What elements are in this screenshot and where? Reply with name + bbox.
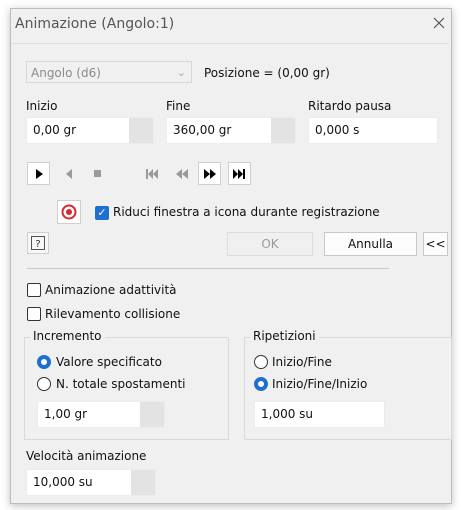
- start-label: Inizio: [26, 99, 58, 113]
- repetitions-title: Ripetizioni: [250, 329, 319, 343]
- start-end-label: Inizio/Fine: [272, 355, 332, 369]
- repetitions-value: 1,000 su: [261, 407, 314, 421]
- pause-label: Ritardo pausa: [308, 99, 392, 113]
- step-forward-icon[interactable]: [198, 162, 221, 185]
- go-to-end-icon[interactable]: [228, 162, 251, 185]
- driven-dimension-value: Angolo (d6): [31, 66, 101, 80]
- record-icon[interactable]: [57, 200, 81, 224]
- start-spinner[interactable]: [129, 118, 153, 143]
- title-divider: [11, 43, 449, 44]
- total-moves-radio[interactable]: [37, 377, 51, 391]
- speed-field[interactable]: 10,000 su: [26, 469, 156, 496]
- adaptivity-checkbox[interactable]: [27, 283, 41, 297]
- end-label: Fine: [166, 99, 191, 113]
- play-reverse-icon[interactable]: [57, 162, 80, 185]
- increment-value: 1,00 gr: [44, 407, 88, 421]
- start-end-start-label: Inizio/Fine/Inizio: [272, 377, 368, 391]
- driven-dimension-select[interactable]: Angolo (d6) ⌄: [26, 61, 192, 83]
- adaptivity-label: Animazione adattività: [45, 283, 177, 297]
- end-spinner[interactable]: [271, 118, 295, 143]
- step-back-icon[interactable]: [170, 162, 193, 185]
- end-value: 360,00 gr: [173, 123, 232, 137]
- start-value: 0,00 gr: [33, 123, 77, 137]
- collapse-button[interactable]: <<: [423, 232, 448, 256]
- cancel-button[interactable]: Annulla: [324, 232, 417, 256]
- increment-spinner[interactable]: [140, 402, 164, 427]
- close-icon[interactable]: [430, 14, 448, 32]
- chevron-down-icon: ⌄: [176, 66, 186, 79]
- repetitions-field[interactable]: 1,000 su: [254, 401, 385, 428]
- play-forward-icon[interactable]: [27, 162, 50, 185]
- total-moves-label: N. totale spostamenti: [56, 377, 186, 391]
- end-field[interactable]: 360,00 gr: [166, 117, 296, 144]
- start-field[interactable]: 0,00 gr: [26, 117, 154, 144]
- increment-field[interactable]: 1,00 gr: [37, 401, 165, 428]
- collision-label: Rilevamento collisione: [45, 307, 181, 321]
- go-to-start-icon[interactable]: [140, 162, 163, 185]
- increment-title: Incremento: [30, 329, 105, 343]
- dialog-title: Animazione (Angolo:1): [15, 16, 175, 32]
- specified-value-radio[interactable]: [37, 355, 51, 369]
- section-divider: [27, 268, 389, 269]
- start-end-start-radio[interactable]: [254, 377, 268, 391]
- collision-checkbox[interactable]: [27, 307, 41, 321]
- minimize-while-recording-label: Riduci finestra a icona durante registra…: [113, 205, 380, 219]
- position-readout: Posizione = (0,00 gr): [204, 66, 330, 80]
- stop-icon[interactable]: [86, 162, 109, 185]
- pause-value: 0,000 s: [315, 123, 360, 137]
- minimize-while-recording-checkbox[interactable]: ✓: [95, 206, 109, 220]
- pause-field[interactable]: 0,000 s: [308, 117, 438, 144]
- svg-text:?: ?: [35, 239, 40, 250]
- speed-value: 10,000 su: [33, 475, 93, 489]
- speed-spinner[interactable]: [131, 470, 155, 495]
- help-icon[interactable]: ?: [27, 232, 49, 254]
- ok-button[interactable]: OK: [227, 232, 313, 256]
- start-end-radio[interactable]: [254, 355, 268, 369]
- speed-label: Velocità animazione: [26, 449, 147, 463]
- specified-value-label: Valore specificato: [56, 355, 162, 369]
